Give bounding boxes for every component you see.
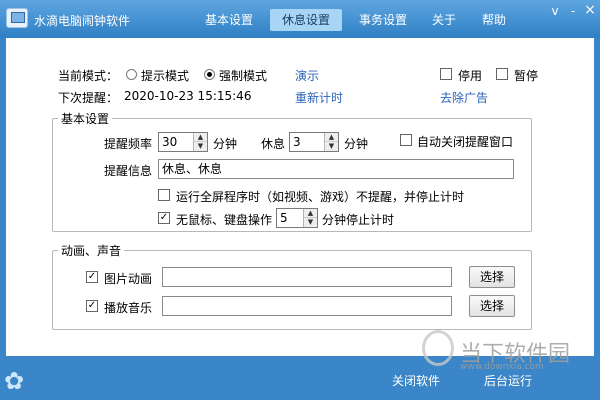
main-panel: 当前模式： 提示模式 强制模式 演示 停用 暂停 下次提醒： 2020-10-2… xyxy=(6,38,594,356)
close-app-link[interactable]: 关闭软件 xyxy=(392,372,440,389)
idle-unit: 分钟停止计时 xyxy=(322,213,395,227)
image-animation-label[interactable]: 图片动画 xyxy=(104,270,152,287)
app-icon xyxy=(6,8,28,28)
tab-help[interactable]: 帮助 xyxy=(474,9,514,31)
watermark-url: www.downxia.com xyxy=(460,362,544,372)
select-image-button[interactable]: 选择 xyxy=(469,266,515,288)
idle-label[interactable]: 无鼠标、键盘操作 xyxy=(176,211,272,228)
next-reminder-value: 2020-10-23 15:15:46 xyxy=(124,89,252,103)
remove-ads-link[interactable]: 去除广告 xyxy=(440,89,488,106)
tab-task-settings[interactable]: 事务设置 xyxy=(350,9,416,31)
demo-link[interactable]: 演示 xyxy=(295,67,319,84)
mode-prompt-label[interactable]: 提示模式 xyxy=(141,67,189,84)
minimize-icon[interactable]: - xyxy=(566,4,580,18)
background-run-link[interactable]: 后台运行 xyxy=(484,372,532,389)
idle-value: 5 xyxy=(280,211,288,225)
message-label: 提醒信息 xyxy=(104,164,153,178)
image-animation-checkbox[interactable]: ✓ xyxy=(86,271,98,283)
media-group xyxy=(52,250,532,330)
idle-checkbox[interactable]: ✓ xyxy=(158,212,170,224)
music-path-input[interactable] xyxy=(162,296,452,316)
media-legend: 动画、声音 xyxy=(58,242,125,259)
spin-up-icon[interactable]: ▲ xyxy=(194,133,207,142)
fullscreen-checkbox[interactable] xyxy=(158,189,170,201)
idle-stepper[interactable]: 5 ▲ ▼ xyxy=(276,208,318,228)
app-title: 水滴电脑闹钟软件 xyxy=(34,14,131,28)
frequency-value: 30 xyxy=(162,135,178,149)
reset-timer-link[interactable]: 重新计时 xyxy=(295,89,343,106)
disable-checkbox[interactable] xyxy=(440,68,452,80)
spin-down-icon[interactable]: ▼ xyxy=(325,142,338,151)
spin-up-icon[interactable]: ▲ xyxy=(304,209,317,218)
close-icon[interactable]: × xyxy=(583,2,597,18)
rest-unit: 分钟 xyxy=(344,137,369,151)
mode-label: 当前模式： xyxy=(58,69,119,83)
play-music-label[interactable]: 播放音乐 xyxy=(104,299,152,316)
fullscreen-label[interactable]: 运行全屏程序时（如视频、游戏）不提醒，并停止计时 xyxy=(176,188,464,205)
mode-force-label[interactable]: 强制模式 xyxy=(219,67,267,84)
tab-rest-settings[interactable]: 休息设置 xyxy=(270,9,342,31)
tab-about[interactable]: 关于 xyxy=(424,9,464,31)
flower-icon: ✿ xyxy=(4,367,25,395)
select-music-button[interactable]: 选择 xyxy=(469,295,515,317)
watermark-logo-icon xyxy=(422,330,454,366)
message-input[interactable]: 休息、休息 xyxy=(158,159,514,179)
spin-down-icon[interactable]: ▼ xyxy=(304,218,317,227)
pause-label[interactable]: 暂停 xyxy=(514,67,538,84)
mode-force-radio[interactable] xyxy=(204,69,215,80)
mode-prompt-radio[interactable] xyxy=(126,69,137,80)
basic-settings-legend: 基本设置 xyxy=(58,110,113,127)
rest-value: 3 xyxy=(293,135,301,149)
disable-label[interactable]: 停用 xyxy=(458,67,482,84)
next-reminder-label: 下次提醒： xyxy=(58,91,119,105)
rest-label: 休息 xyxy=(261,137,286,151)
frequency-stepper[interactable]: 30 ▲ ▼ xyxy=(158,132,208,152)
image-path-input[interactable] xyxy=(162,267,452,287)
play-music-checkbox[interactable]: ✓ xyxy=(86,300,98,312)
spin-up-icon[interactable]: ▲ xyxy=(325,133,338,142)
tab-basic-settings[interactable]: 基本设置 xyxy=(196,9,262,31)
auto-close-checkbox[interactable] xyxy=(400,134,412,146)
frequency-unit: 分钟 xyxy=(213,137,238,151)
title-bar: 水滴电脑闹钟软件 基本设置 休息设置 事务设置 关于 帮助 v - × xyxy=(0,0,600,38)
rest-stepper[interactable]: 3 ▲ ▼ xyxy=(289,132,339,152)
auto-close-label[interactable]: 自动关闭提醒窗口 xyxy=(417,133,513,150)
frequency-label: 提醒频率 xyxy=(104,137,153,151)
pause-checkbox[interactable] xyxy=(496,68,508,80)
menu-chevron-icon[interactable]: v xyxy=(548,4,562,18)
watermark: 当下软件园 www.downxia.com xyxy=(422,330,592,372)
spin-down-icon[interactable]: ▼ xyxy=(194,142,207,151)
